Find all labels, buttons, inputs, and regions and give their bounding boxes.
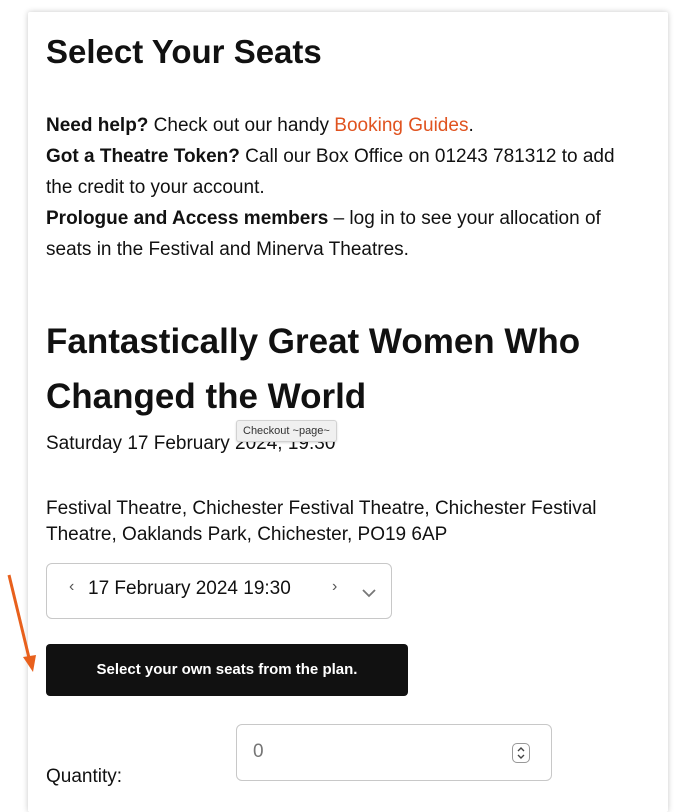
select-seats-from-plan-button[interactable]: Select your own seats from the plan.	[46, 644, 408, 696]
quantity-input[interactable]	[253, 739, 493, 765]
stepper-arrows-icon	[517, 747, 525, 759]
booking-panel: Select Your Seats Need help? Check out o…	[28, 12, 668, 812]
quantity-field[interactable]	[236, 724, 552, 781]
help-section: Need help? Check out our handy Booking G…	[46, 110, 646, 265]
token-bold: Got a Theatre Token?	[46, 146, 240, 167]
help-period: .	[468, 115, 474, 136]
venue-address: Festival Theatre, Chichester Festival Th…	[46, 498, 597, 545]
hover-tooltip: Checkout ~page~	[236, 420, 337, 442]
token-line: Got a Theatre Token? Call our Box Office…	[46, 141, 646, 203]
chevron-left-icon[interactable]: ‹	[69, 578, 74, 596]
quantity-stepper[interactable]	[512, 743, 530, 763]
booking-guides-link[interactable]: Booking Guides	[334, 115, 468, 136]
quantity-label: Quantity:	[46, 766, 123, 787]
chevron-right-icon[interactable]: ›	[332, 578, 337, 596]
members-bold: Prologue and Access members	[46, 208, 329, 229]
help-bold: Need help?	[46, 115, 149, 136]
chevron-down-icon	[362, 589, 376, 598]
help-text: Check out our handy	[148, 115, 335, 136]
page-title: Select Your Seats	[46, 33, 322, 70]
show-title: Fantastically Great Women Who Changed th…	[46, 322, 581, 416]
performance-select[interactable]: ‹ 17 February 2024 19:30 ›	[46, 563, 392, 619]
help-line: Need help? Check out our handy Booking G…	[46, 110, 646, 141]
performance-select-value: 17 February 2024 19:30	[88, 578, 291, 599]
members-line: Prologue and Access members – log in to …	[46, 203, 646, 265]
